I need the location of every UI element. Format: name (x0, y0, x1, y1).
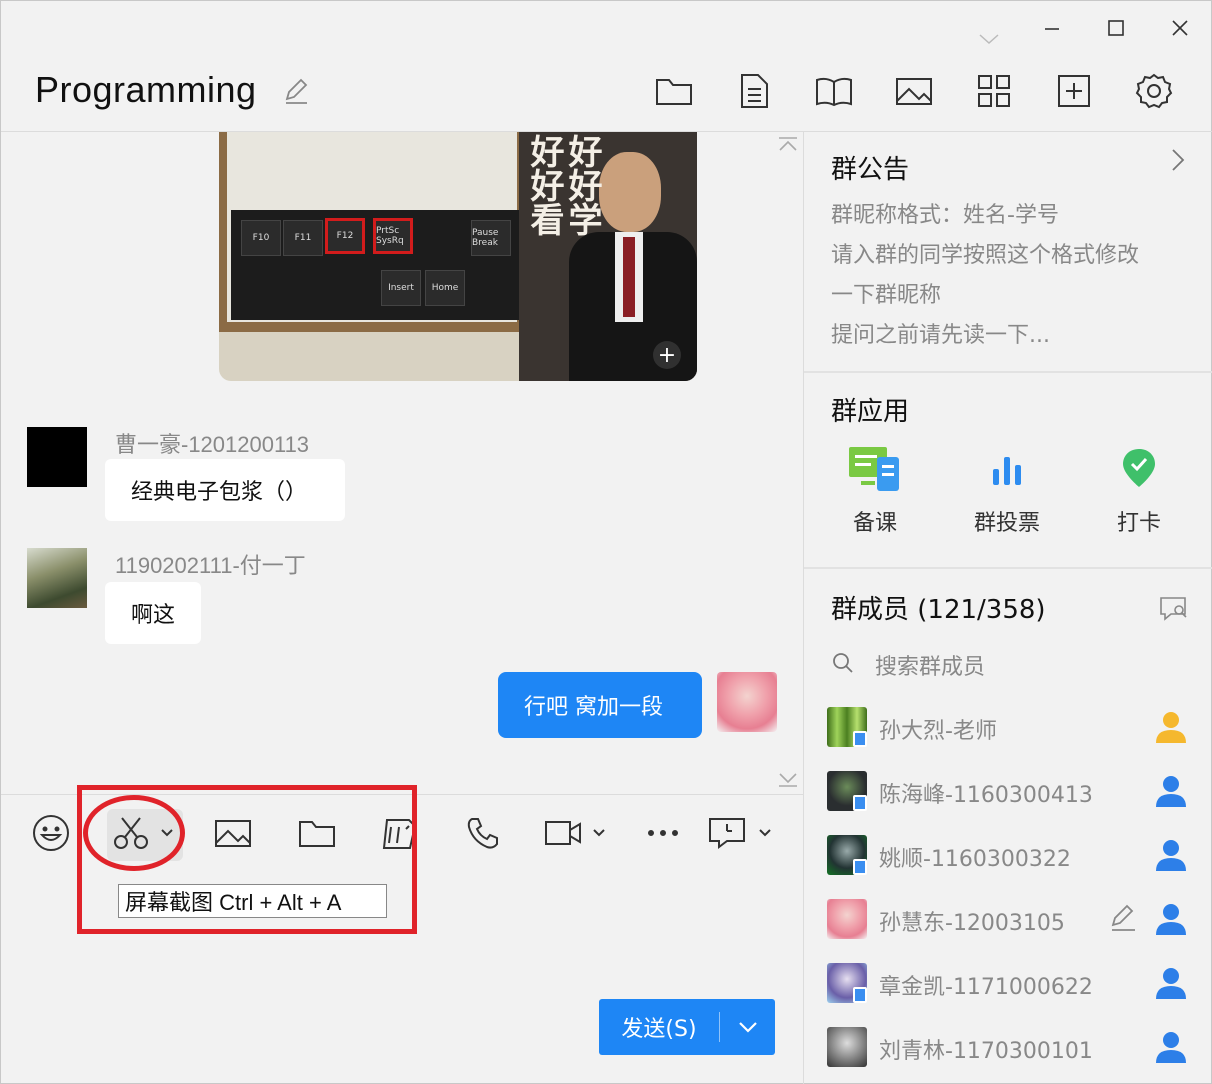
member-search-input[interactable]: 搜索群成员 (875, 649, 985, 681)
person-icon (1153, 901, 1189, 941)
notice-line: 提问之前请先读一下... (831, 323, 1050, 348)
maximize-icon[interactable] (1101, 13, 1131, 43)
image-caption: 好好看 (524, 134, 564, 236)
my-message-bubble[interactable]: 行吧 窝加一段 (498, 672, 702, 738)
app-check-in[interactable]: 打卡 (1079, 439, 1199, 537)
chat-window: Programming F10 F11 F12 PrtSc SysRq Paus… (0, 0, 1212, 1084)
app-lesson-prep[interactable]: 备课 (815, 439, 935, 537)
avatar (827, 1027, 867, 1067)
more-icon[interactable] (641, 811, 685, 855)
owner-person-icon (1153, 709, 1189, 749)
member-row[interactable]: 孙大烈-老师 (827, 705, 1197, 749)
notice-line: 一下群昵称 (831, 283, 942, 308)
app-label: 备课 (852, 511, 897, 536)
key-label: Home (425, 270, 465, 306)
app-group-vote[interactable]: 群投票 (947, 439, 1067, 537)
member-name: 孙慧东-12003105 (879, 911, 1065, 936)
avatar[interactable] (27, 427, 87, 487)
panel-divider (804, 371, 1212, 373)
person-icon (1153, 965, 1189, 1005)
member-name: 陈海峰-1160300413 (879, 783, 1093, 808)
emoji-icon[interactable] (29, 811, 73, 855)
group-title: Programming (35, 69, 257, 110)
app-label: 群投票 (973, 511, 1040, 536)
chevron-right-icon[interactable] (1169, 147, 1187, 177)
apps-title: 群应用 (831, 397, 910, 427)
edit-nickname-icon[interactable] (1109, 903, 1137, 937)
member-name: 章金凯-1171000622 (879, 975, 1093, 1000)
person-icon (1153, 837, 1189, 877)
app-label: 打卡 (1116, 511, 1161, 536)
message-bubble[interactable]: 啊这 (105, 582, 201, 644)
phone-icon[interactable] (461, 811, 505, 855)
image-icon[interactable] (893, 69, 935, 113)
scroll-top-icon[interactable] (777, 136, 799, 156)
panel-divider (803, 132, 804, 1084)
mobile-status-icon (853, 859, 867, 875)
mobile-status-icon (853, 795, 867, 811)
add-window-icon[interactable] (1053, 69, 1095, 113)
folder-icon[interactable] (653, 69, 695, 113)
message-bubble[interactable]: 经典电子包浆（） (105, 459, 345, 521)
gear-icon[interactable] (1133, 69, 1175, 113)
members-title: 群成员 (121/358) (831, 595, 1046, 625)
member-row[interactable]: 章金凯-1171000622 (827, 961, 1197, 1005)
notice-line: 请入群的同学按照这个格式修改 (831, 243, 1140, 268)
avatar[interactable] (27, 548, 87, 608)
key-label: PrtSc SysRq (373, 218, 413, 254)
member-row[interactable]: 姚顺-1160300322 (827, 833, 1197, 877)
member-name: 孙大烈-老师 (879, 719, 997, 744)
chevron-down-icon[interactable] (589, 811, 609, 855)
search-icon (831, 651, 855, 679)
panel-divider (804, 567, 1212, 569)
book-icon[interactable] (813, 69, 855, 113)
bar-chart-icon (947, 439, 1067, 499)
screen-share-icon[interactable] (705, 811, 749, 855)
person-icon (1153, 773, 1189, 813)
member-row[interactable]: 孙慧东-12003105 (827, 897, 1197, 941)
image-caption: 好好学 (562, 134, 602, 236)
member-name: 刘青林-1170300101 (879, 1039, 1093, 1064)
member-manage-icon[interactable] (1159, 595, 1189, 625)
member-row[interactable]: 陈海峰-1160300413 (827, 769, 1197, 813)
lesson-prep-icon (815, 439, 935, 499)
sender-name: 1190202111-付一丁 (115, 553, 306, 578)
key-label: Pause Break (471, 220, 511, 256)
collapse-icon[interactable] (977, 31, 1001, 51)
edit-title-icon[interactable] (283, 77, 309, 109)
key-label: Insert (381, 270, 421, 306)
sender-name: 曹一豪-1201200113 (115, 432, 310, 457)
zoom-plus-icon[interactable]: + (653, 341, 681, 369)
message-list[interactable]: F10 F11 F12 PrtSc SysRq Pause Break Inse… (1, 132, 803, 794)
mobile-status-icon (853, 731, 867, 747)
send-label[interactable]: 发送(S) (599, 1011, 719, 1043)
notice-title[interactable]: 群公告 (831, 149, 909, 186)
notice-line: 群昵称格式：姓名-学号 (831, 203, 1059, 228)
video-icon[interactable] (541, 811, 585, 855)
minimize-icon[interactable] (1037, 13, 1067, 43)
member-row[interactable]: 刘青林-1170300101 (827, 1025, 1197, 1069)
key-label: F11 (283, 220, 323, 256)
my-avatar[interactable] (717, 672, 777, 732)
mobile-status-icon (853, 987, 867, 1003)
location-check-icon (1079, 439, 1199, 499)
key-label: F12 (325, 218, 365, 254)
send-options-icon[interactable] (720, 1020, 775, 1034)
apps-grid-icon[interactable] (973, 69, 1015, 113)
chevron-down-icon[interactable] (755, 811, 775, 855)
scroll-bottom-icon[interactable] (777, 772, 799, 792)
header-toolbar (653, 69, 1175, 113)
meme-image[interactable]: F10 F11 F12 PrtSc SysRq Pause Break Inse… (219, 132, 697, 381)
person-icon (1153, 1029, 1189, 1069)
screenshot-tooltip: 屏幕截图 Ctrl + Alt + A (118, 884, 387, 918)
send-button[interactable]: 发送(S) (599, 999, 775, 1055)
avatar (827, 899, 867, 939)
document-icon[interactable] (733, 69, 775, 113)
close-icon[interactable] (1165, 13, 1195, 43)
member-name: 姚顺-1160300322 (879, 847, 1071, 872)
key-label: F10 (241, 220, 281, 256)
keyboard-illustration: F10 F11 F12 PrtSc SysRq Pause Break Inse… (231, 210, 521, 320)
